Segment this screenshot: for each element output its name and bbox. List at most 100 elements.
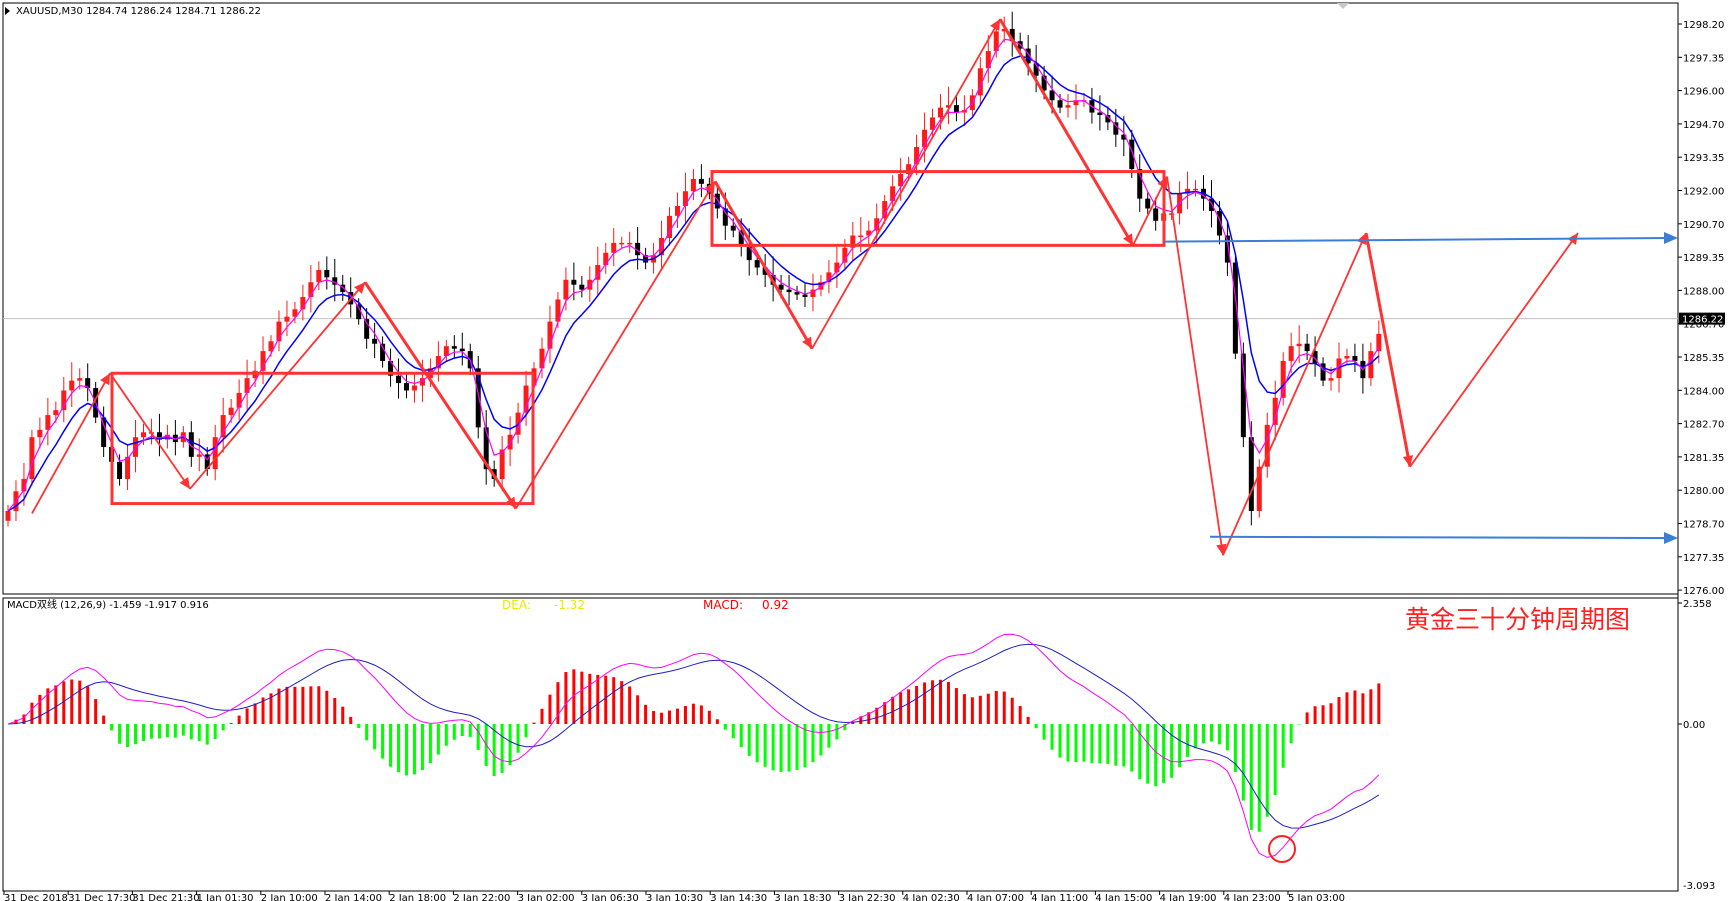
dea-label: DEA: [502, 598, 531, 612]
candle-bull [220, 415, 226, 438]
candle-bear [1049, 90, 1055, 101]
candle-bull [890, 186, 896, 202]
candle-bull [1328, 378, 1334, 381]
time-tick-label: 4 Jan 02:30 [903, 893, 960, 901]
price-tick-label: 1290.70 [1683, 220, 1724, 231]
price-tick-label: 1277.35 [1683, 553, 1724, 564]
candle-bull [228, 407, 234, 416]
candle-bull [260, 351, 266, 371]
candle-bear [1057, 100, 1063, 108]
macd-label: MACD: [703, 598, 743, 612]
candle-bear [1153, 208, 1159, 221]
price-tick-label: 1285.35 [1683, 353, 1724, 364]
time-tick-label: 2 Jan 14:00 [325, 893, 382, 901]
candle-bull [1177, 193, 1183, 214]
candle-bear [1320, 363, 1326, 381]
dea-value: -1.32 [554, 598, 585, 612]
price-axis: 1298.20 1297.35 1296.00 1294.70 1293.35 1292.… [1678, 20, 1725, 597]
time-tick-label: 3 Jan 22:30 [839, 893, 896, 901]
candle-bear [372, 338, 378, 344]
candle-bull [45, 415, 51, 430]
time-tick-label: 4 Jan 11:00 [1031, 893, 1088, 901]
candle-bull [690, 178, 696, 192]
candle-bear [802, 294, 808, 297]
price-tick-label: 1276.00 [1683, 586, 1724, 597]
price-tick-label: 1284.00 [1683, 386, 1724, 397]
price-tick-label: 1296.00 [1683, 87, 1724, 98]
price-tick-label: 1282.70 [1683, 420, 1724, 431]
current-price-label: 1286.22 [1682, 315, 1723, 326]
time-tick-label: 3 Jan 06:30 [582, 893, 639, 901]
chart-caption: 黄金三十分钟周期图 [1405, 605, 1630, 634]
candle-bull [674, 206, 680, 216]
time-tick-label: 2 Jan 22:00 [453, 893, 510, 901]
macd-axis-zero: 0.00 [1683, 720, 1705, 731]
candle-bear [579, 284, 585, 290]
candle-bear [730, 225, 736, 231]
time-tick-label: 3 Jan 14:30 [710, 893, 767, 901]
candle-bear [1304, 343, 1310, 352]
price-tick-label: 1289.35 [1683, 253, 1724, 264]
time-tick-label: 3 Jan 02:00 [518, 893, 575, 901]
candle-bear [1248, 437, 1254, 511]
time-axis: 31 Dec 2018 31 Dec 17:3031 Dec 21:301 Jan… [3, 891, 1345, 901]
candle-bull [1296, 343, 1302, 347]
candle-bull [507, 434, 513, 450]
candle-bull [523, 385, 529, 413]
macd-axis-top: 2.358 [1683, 599, 1712, 610]
candle-bull [539, 348, 545, 369]
candle-bull [1344, 356, 1350, 359]
candle-bull [140, 432, 146, 438]
candle-bull [1193, 188, 1199, 191]
time-tick-label: 4 Jan 19:00 [1160, 893, 1217, 901]
time-tick-label: 2 Jan 10:00 [261, 893, 318, 901]
candle-bull [937, 107, 943, 118]
price-tick-label: 1281.35 [1683, 453, 1724, 464]
candle-bear [1145, 198, 1151, 209]
candle-bull [499, 449, 505, 479]
candle-bull [53, 410, 59, 416]
time-tick-label: 31 Dec 21:30 [132, 893, 199, 901]
support-line [1209, 535, 1673, 540]
candle-bull [69, 380, 75, 391]
price-tick-label: 1293.35 [1683, 153, 1724, 164]
time-tick-label: 31 Dec 2018 [4, 893, 68, 901]
price-tick-label: 1294.70 [1683, 120, 1724, 131]
candle-bull [1065, 105, 1071, 108]
candle-bull [284, 316, 290, 322]
candle-bull [619, 242, 625, 245]
candle-bear [101, 417, 107, 448]
price-tick-label: 1280.00 [1683, 486, 1724, 497]
candle-bear [396, 375, 402, 384]
candle-bear [714, 193, 720, 209]
time-tick-label: 1 Jan 01:30 [197, 893, 254, 901]
candle-bear [1097, 112, 1103, 115]
candle-bull [1376, 333, 1382, 352]
candle-bear [786, 289, 792, 293]
candle-bear [953, 105, 959, 113]
candle-bear [451, 346, 457, 349]
candle-bull [196, 454, 202, 457]
candle-bull [882, 201, 888, 219]
candle-bear [778, 284, 784, 290]
candle-bull [5, 510, 11, 521]
price-tick-label: 1298.20 [1683, 20, 1724, 31]
candle-bear [324, 269, 330, 278]
price-tick-label: 1278.70 [1683, 520, 1724, 531]
candle-bull [125, 456, 131, 479]
candle-bull [37, 429, 43, 438]
macd-value: 0.92 [762, 598, 789, 612]
candle-bull [858, 235, 864, 238]
time-tick-label: 3 Jan 10:30 [646, 893, 703, 901]
macd-axis-bottom: -3.093 [1683, 881, 1715, 892]
candle-bear [571, 279, 577, 285]
macd-panel[interactable] [2, 597, 1679, 892]
candle-bear [1352, 356, 1358, 361]
candle-bull [611, 242, 617, 253]
candle-bear [117, 461, 123, 479]
chart-window: XAUUSD,M30 1284.74 1286.24 1284.71 1286.… [2, 2, 1725, 901]
candle-bull [563, 279, 569, 300]
candle-bear [404, 383, 409, 391]
symbol-header: XAUUSD,M30 1284.74 1286.24 1284.71 1286.… [16, 6, 261, 17]
candle-bull [316, 269, 322, 283]
